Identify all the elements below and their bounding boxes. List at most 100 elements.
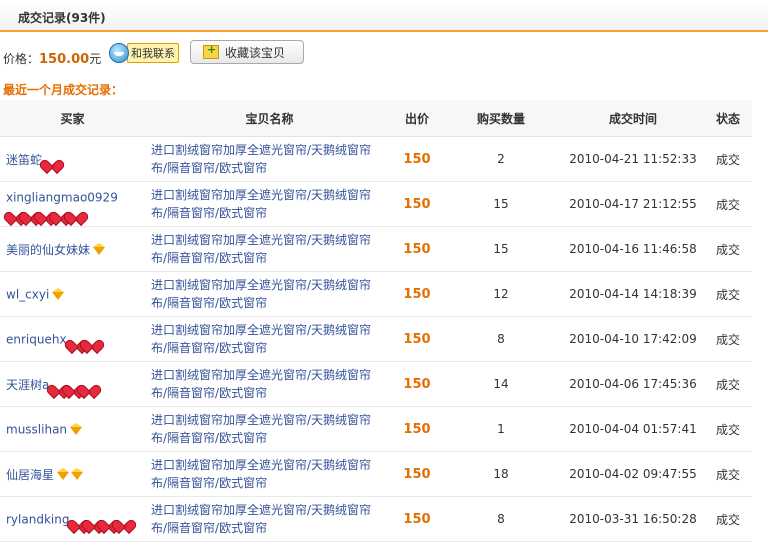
item-name-line2: 布/隔音窗帘/欧式窗帘 [151,341,268,355]
buyer-link[interactable]: 美丽的仙女妹妹 [6,243,90,257]
bid-price: 150 [394,271,440,317]
price-value: 150.00 [39,52,90,67]
item-cell: 进口割绒窗帘加厚全遮光窗帘/天鹅绒窗帘 布/隔音窗帘/欧式窗帘 [145,226,394,272]
table-row: 天涯树a 进口割绒窗帘加厚全遮光窗帘/天鹅绒窗帘 布/隔音窗帘/欧式窗帘 150 … [0,361,752,407]
transaction-status: 成交 [704,406,752,452]
buyer-cell: enriquehx [0,316,145,362]
item-link[interactable]: 进口割绒窗帘加厚全遮光窗帘/天鹅绒窗帘 布/隔音窗帘/欧式窗帘 [151,143,371,175]
diamond-credit-icon [70,468,84,480]
heart-credit-icon [68,205,83,218]
item-name-line1: 进口割绒窗帘加厚全遮光窗帘/天鹅绒窗帘 [151,368,372,382]
heart-credit-icon [84,333,99,346]
transaction-status: 成交 [704,226,752,272]
buyer-link[interactable]: enriquehx [6,332,67,346]
item-name-line1: 进口割绒窗帘加厚全遮光窗帘/天鹅绒窗帘 [151,278,372,292]
buyer-cell: 天涯树a [0,361,145,407]
bid-price: 150 [394,181,440,227]
item-cell: 进口割绒窗帘加厚全遮光窗帘/天鹅绒窗帘 布/隔音窗帘/欧式窗帘 [145,181,394,227]
item-cell: 进口割绒窗帘加厚全遮光窗帘/天鹅绒窗帘 布/隔音窗帘/欧式窗帘 [145,451,394,497]
buyer-credit-badges [92,243,106,255]
column-header-status: 状态 [704,100,752,137]
heart-credit-icon [81,378,96,391]
bid-price: 150 [394,361,440,407]
transaction-time: 2010-04-14 14:18:39 [562,271,704,317]
buyer-link[interactable]: xingliangmao0929 [6,190,118,204]
item-name-line1: 进口割绒窗帘加厚全遮光窗帘/天鹅绒窗帘 [151,503,372,517]
buyer-cell: 迷笛蛇 [0,136,145,182]
item-link[interactable]: 进口割绒窗帘加厚全遮光窗帘/天鹅绒窗帘 布/隔音窗帘/欧式窗帘 [151,323,371,355]
section-titlebar: 成交记录(93件) [0,0,768,32]
bid-price: 150 [394,316,440,362]
buyer-credit-badges [51,288,65,301]
buyer-link[interactable]: 仙居海星 [6,468,54,482]
item-name-line1: 进口割绒窗帘加厚全遮光窗帘/天鹅绒窗帘 [151,413,372,427]
buyer-link[interactable]: musslihan [6,422,67,436]
recent-records-title: 最近一个月成交记录： [3,83,124,97]
item-cell: 进口割绒窗帘加厚全遮光窗帘/天鹅绒窗帘 布/隔音窗帘/欧式窗帘 [145,136,394,182]
section-title: 成交记录(93件) [18,11,106,25]
add-to-favorites-button[interactable]: 收藏该宝贝 [190,40,304,64]
item-link[interactable]: 进口割绒窗帘加厚全遮光窗帘/天鹅绒窗帘 布/隔音窗帘/欧式窗帘 [151,458,371,490]
table-row: wl_cxyi 进口割绒窗帘加厚全遮光窗帘/天鹅绒窗帘 布/隔音窗帘/欧式窗帘 1… [0,271,752,317]
buyer-link[interactable]: rylandking [6,512,69,526]
price-row: 价格：150.00元 [3,50,101,67]
item-name-line1: 进口割绒窗帘加厚全遮光窗帘/天鹅绒窗帘 [151,188,372,202]
item-cell: 进口割绒窗帘加厚全遮光窗帘/天鹅绒窗帘 布/隔音窗帘/欧式窗帘 [145,316,394,362]
table-row: rylandking 进口割绒窗帘加厚全遮光窗帘/天鹅绒窗帘 布/隔音窗帘/欧式窗… [0,496,752,542]
item-name-line2: 布/隔音窗帘/欧式窗帘 [151,476,268,490]
item-name-line1: 进口割绒窗帘加厚全遮光窗帘/天鹅绒窗帘 [151,458,372,472]
purchase-quantity: 15 [440,226,562,272]
item-link[interactable]: 进口割绒窗帘加厚全遮光窗帘/天鹅绒窗帘 布/隔音窗帘/欧式窗帘 [151,233,371,265]
column-header-quantity: 购买数量 [440,100,562,137]
item-link[interactable]: 进口割绒窗帘加厚全遮光窗帘/天鹅绒窗帘 布/隔音窗帘/欧式窗帘 [151,278,371,310]
buyer-credit-badges [69,423,83,436]
item-cell: 进口割绒窗帘加厚全遮光窗帘/天鹅绒窗帘 布/隔音窗帘/欧式窗帘 [145,361,394,407]
purchase-quantity: 14 [440,361,562,407]
table-row: 仙居海星 进口割绒窗帘加厚全遮光窗帘/天鹅绒窗帘 布/隔音窗帘/欧式窗帘 150 … [0,451,752,497]
item-name-line2: 布/隔音窗帘/欧式窗帘 [151,251,268,265]
item-name-line1: 进口割绒窗帘加厚全遮光窗帘/天鹅绒窗帘 [151,143,372,157]
purchase-quantity: 1 [440,406,562,452]
buyer-link[interactable]: 天涯树a [6,378,49,392]
table-row: 美丽的仙女妹妹 进口割绒窗帘加厚全遮光窗帘/天鹅绒窗帘 布/隔音窗帘/欧式窗帘 1… [0,226,752,272]
buyer-credit-badges [51,378,96,391]
item-link[interactable]: 进口割绒窗帘加厚全遮光窗帘/天鹅绒窗帘 布/隔音窗帘/欧式窗帘 [151,413,371,445]
transaction-time: 2010-03-31 16:50:28 [562,496,704,542]
item-link[interactable]: 进口割绒窗帘加厚全遮光窗帘/天鹅绒窗帘 布/隔音窗帘/欧式窗帘 [151,503,371,535]
bid-price: 150 [394,496,440,542]
item-name-line1: 进口割绒窗帘加厚全遮光窗帘/天鹅绒窗帘 [151,233,372,247]
buyer-cell: 美丽的仙女妹妹 [0,226,145,272]
purchase-quantity: 12 [440,271,562,317]
purchase-quantity: 15 [440,181,562,227]
column-header-buyer: 买家 [0,100,145,137]
item-name-line2: 布/隔音窗帘/欧式窗帘 [151,386,268,400]
table-row: musslihan 进口割绒窗帘加厚全遮光窗帘/天鹅绒窗帘 布/隔音窗帘/欧式窗帘… [0,406,752,452]
transaction-time: 2010-04-04 01:57:41 [562,406,704,452]
item-link[interactable]: 进口割绒窗帘加厚全遮光窗帘/天鹅绒窗帘 布/隔音窗帘/欧式窗帘 [151,188,371,220]
contact-me-button[interactable]: 和我联系 [109,43,179,63]
bid-price: 150 [394,136,440,182]
purchase-quantity: 8 [440,496,562,542]
transaction-time: 2010-04-10 17:42:09 [562,316,704,362]
item-cell: 进口割绒窗帘加厚全遮光窗帘/天鹅绒窗帘 布/隔音窗帘/欧式窗帘 [145,406,394,452]
favorite-add-icon [203,43,219,59]
item-link[interactable]: 进口割绒窗帘加厚全遮光窗帘/天鹅绒窗帘 布/隔音窗帘/欧式窗帘 [151,368,371,400]
transaction-time: 2010-04-02 09:47:55 [562,451,704,497]
buyer-cell: musslihan [0,406,145,452]
transaction-status: 成交 [704,271,752,317]
diamond-credit-icon [92,243,106,255]
transaction-status: 成交 [704,316,752,362]
item-name-line2: 布/隔音窗帘/欧式窗帘 [151,161,268,175]
bid-price: 150 [394,226,440,272]
item-cell: 进口割绒窗帘加厚全遮光窗帘/天鹅绒窗帘 布/隔音窗帘/欧式窗帘 [145,496,394,542]
buyer-credit-badges [44,153,59,166]
buyer-link[interactable]: 迷笛蛇 [6,153,42,167]
column-header-price: 出价 [394,100,440,137]
buyer-credit-badges [56,468,84,480]
price-unit: 元 [89,52,102,66]
buyer-credit-badges [8,205,83,218]
transaction-status: 成交 [704,181,752,227]
transaction-status: 成交 [704,136,752,182]
buyer-link[interactable]: wl_cxyi [6,287,49,301]
table-row: xingliangmao0929 进口割绒窗帘加厚全遮光窗帘/天鹅绒窗帘 布/隔音… [0,181,752,227]
